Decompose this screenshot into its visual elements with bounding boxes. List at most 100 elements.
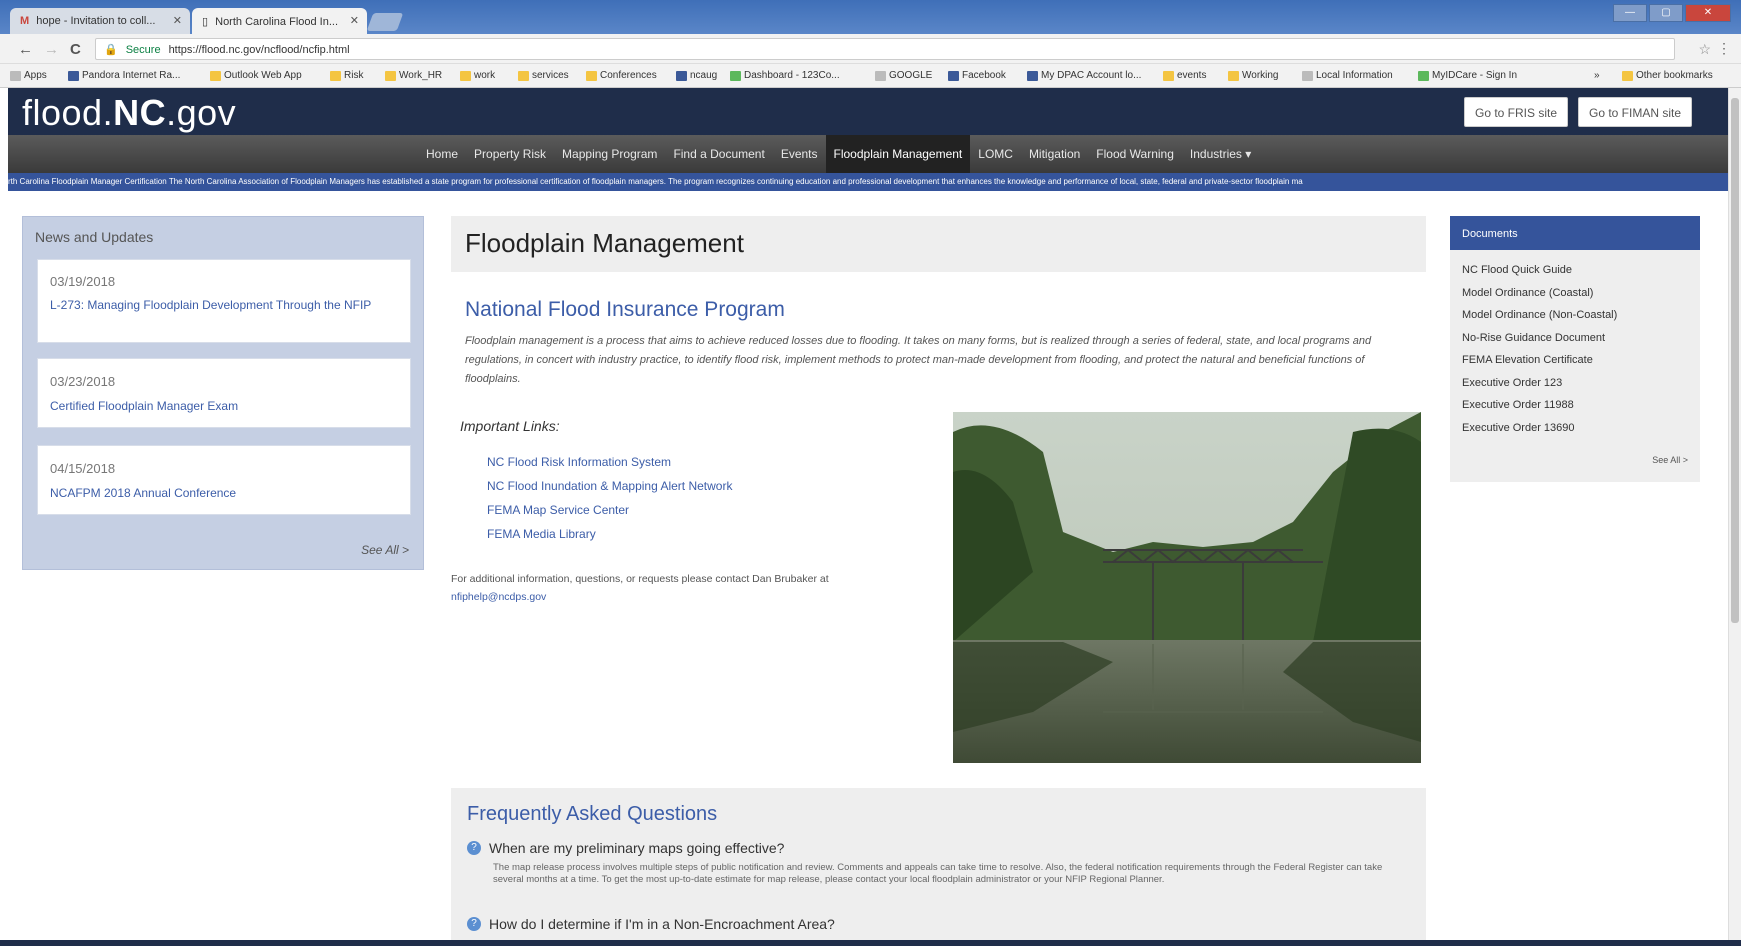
important-links-list: NC Flood Risk Information System NC Floo… [487, 452, 732, 548]
news-title[interactable]: NCAFPM 2018 Annual Conference [50, 486, 400, 500]
nav-industries-dropdown[interactable]: Industries ▾ [1182, 135, 1259, 173]
minimize-button[interactable]: — [1613, 4, 1647, 22]
news-see-all-link[interactable]: See All > [361, 543, 409, 557]
document-link[interactable]: Model Ordinance (Coastal) [1462, 283, 1617, 306]
folder-icon [518, 70, 529, 81]
news-date: 03/19/2018 [50, 274, 116, 289]
bookmark-dashboard[interactable]: Dashboard - 123Co... [730, 70, 840, 81]
link-nc-fiman[interactable]: NC Flood Inundation & Mapping Alert Netw… [487, 476, 732, 500]
nav-events[interactable]: Events [773, 135, 826, 173]
bookmark-label: Dashboard - 123Co... [744, 70, 840, 81]
news-ticker[interactable]: rth Carolina Floodplain Manager Certific… [8, 173, 1728, 191]
documents-list: NC Flood Quick Guide Model Ordinance (Co… [1462, 260, 1617, 440]
bookmark-google[interactable]: GOOGLE [875, 70, 932, 81]
nav-flood-warning[interactable]: Flood Warning [1088, 135, 1182, 173]
document-link[interactable]: Executive Order 123 [1462, 373, 1617, 396]
nav-mitigation[interactable]: Mitigation [1021, 135, 1088, 173]
bookmark-label: MyIDCare - Sign In [1432, 70, 1518, 81]
url-input[interactable]: 🔒 Secure https://flood.nc.gov/ncflood/ncfi… [95, 38, 1675, 60]
new-tab-button[interactable] [366, 13, 404, 31]
documents-see-all-link[interactable]: See All > [1652, 455, 1688, 465]
document-link[interactable]: FEMA Elevation Certificate [1462, 350, 1617, 373]
bookmark-events[interactable]: events [1163, 70, 1206, 81]
news-title[interactable]: Certified Floodplain Manager Exam [50, 399, 400, 413]
tab-flood[interactable]: ▯ North Carolina Flood In... ✕ [192, 8, 367, 34]
tab-gmail[interactable]: M hope - Invitation to coll... ✕ [10, 8, 190, 34]
news-title[interactable]: L-273: Managing Floodplain Development T… [50, 298, 400, 312]
bookmark-services[interactable]: services [518, 70, 569, 81]
link-nc-fris[interactable]: NC Flood Risk Information System [487, 452, 732, 476]
site-logo[interactable]: flood.NC.gov [22, 92, 236, 134]
bookmark-dpac[interactable]: My DPAC Account lo... [1027, 70, 1141, 81]
nav-home[interactable]: Home [418, 135, 466, 173]
faq-question[interactable]: ? When are my preliminary maps going eff… [467, 840, 784, 856]
bookmark-label: Risk [344, 70, 364, 81]
maximize-button[interactable]: ▢ [1649, 4, 1683, 22]
tab-label: North Carolina Flood In... [215, 16, 339, 28]
bookmark-risk[interactable]: Risk [330, 70, 363, 81]
bookmark-work-hr[interactable]: Work_HR [385, 70, 442, 81]
nav-floodplain-management[interactable]: Floodplain Management [825, 135, 971, 173]
faq-question-text[interactable]: When are my preliminary maps going effec… [489, 840, 784, 856]
bookmark-apps[interactable]: Apps [10, 70, 47, 81]
back-button[interactable]: ← [18, 41, 33, 58]
news-heading: News and Updates [35, 229, 154, 245]
close-icon[interactable]: ✕ [350, 14, 359, 27]
bookmark-local-info[interactable]: Local Information [1302, 70, 1393, 81]
bookmark-work[interactable]: work [460, 70, 495, 81]
news-item[interactable]: 04/15/2018 NCAFPM 2018 Annual Conference [37, 445, 411, 515]
page-scrollbar[interactable] [1728, 88, 1741, 946]
page-icon: ▯ [202, 16, 209, 28]
bookmark-facebook[interactable]: Facebook [948, 70, 1006, 81]
faq-question[interactable]: ? How do I determine if I'm in a Non-Enc… [467, 916, 835, 932]
contact-info: For additional information, questions, o… [451, 570, 911, 606]
logo-part: NC [113, 92, 167, 133]
go-to-fiman-button[interactable]: Go to FIMAN site [1578, 97, 1693, 127]
bookmark-star-icon[interactable]: ☆ [1698, 41, 1711, 58]
bottom-edge [0, 940, 1741, 946]
reload-button[interactable]: C [70, 41, 81, 58]
close-icon[interactable]: ✕ [173, 14, 182, 27]
document-link[interactable]: Model Ordinance (Non-Coastal) [1462, 305, 1617, 328]
faq-question-text[interactable]: How do I determine if I'm in a Non-Encro… [489, 916, 835, 932]
nav-find-document[interactable]: Find a Document [665, 135, 772, 173]
question-icon: ? [467, 917, 481, 931]
bookmark-label: My DPAC Account lo... [1041, 70, 1142, 81]
bookmark-ncaug[interactable]: ncaug [676, 70, 717, 81]
section-description: Floodplain management is a process that … [465, 335, 1372, 385]
window-close-button[interactable]: ✕ [1685, 4, 1731, 22]
bookmark-outlook[interactable]: Outlook Web App [210, 70, 302, 81]
lock-icon: 🔒 [104, 44, 118, 56]
page-title-bar: Floodplain Management [451, 216, 1426, 272]
dpac-icon [1027, 70, 1038, 81]
nav-mapping-program[interactable]: Mapping Program [554, 135, 665, 173]
pandora-icon [68, 70, 79, 81]
link-fema-media-library[interactable]: FEMA Media Library [487, 524, 732, 548]
logo-part: flood. [22, 92, 114, 133]
news-item[interactable]: 03/23/2018 Certified Floodplain Manager … [37, 358, 411, 428]
document-link[interactable]: NC Flood Quick Guide [1462, 260, 1617, 283]
scrollbar-thumb[interactable] [1731, 98, 1739, 623]
news-item[interactable]: 03/19/2018 L-273: Managing Floodplain De… [37, 259, 411, 343]
nav-lomc[interactable]: LOMC [970, 135, 1021, 173]
document-link[interactable]: Executive Order 13690 [1462, 418, 1617, 441]
menu-dots-icon[interactable]: ⋮ [1717, 40, 1731, 57]
contact-email-link[interactable]: nfiphelp@ncdps.gov [451, 591, 546, 603]
nav-property-risk[interactable]: Property Risk [466, 135, 554, 173]
forward-button[interactable]: → [44, 41, 59, 58]
bookmark-pandora[interactable]: Pandora Internet Ra... [68, 70, 180, 81]
site-header: flood.NC.gov Go to FRIS site Go to FIMAN… [8, 88, 1728, 135]
go-to-fris-button[interactable]: Go to FRIS site [1464, 97, 1569, 127]
bookmark-overflow[interactable]: » [1594, 70, 1600, 81]
calendar-icon [676, 70, 687, 81]
bookmark-label: services [532, 70, 569, 81]
bookmark-working[interactable]: Working [1228, 70, 1279, 81]
bookmark-label: Apps [24, 70, 47, 81]
main-nav: Home Property Risk Mapping Program Find … [8, 135, 1728, 173]
link-fema-msc[interactable]: FEMA Map Service Center [487, 500, 732, 524]
bookmark-conferences[interactable]: Conferences [586, 70, 657, 81]
bookmark-myidcare[interactable]: MyIDCare - Sign In [1418, 70, 1517, 81]
document-link[interactable]: No-Rise Guidance Document [1462, 328, 1617, 351]
bookmark-other[interactable]: Other bookmarks [1622, 70, 1713, 81]
document-link[interactable]: Executive Order 11988 [1462, 395, 1617, 418]
